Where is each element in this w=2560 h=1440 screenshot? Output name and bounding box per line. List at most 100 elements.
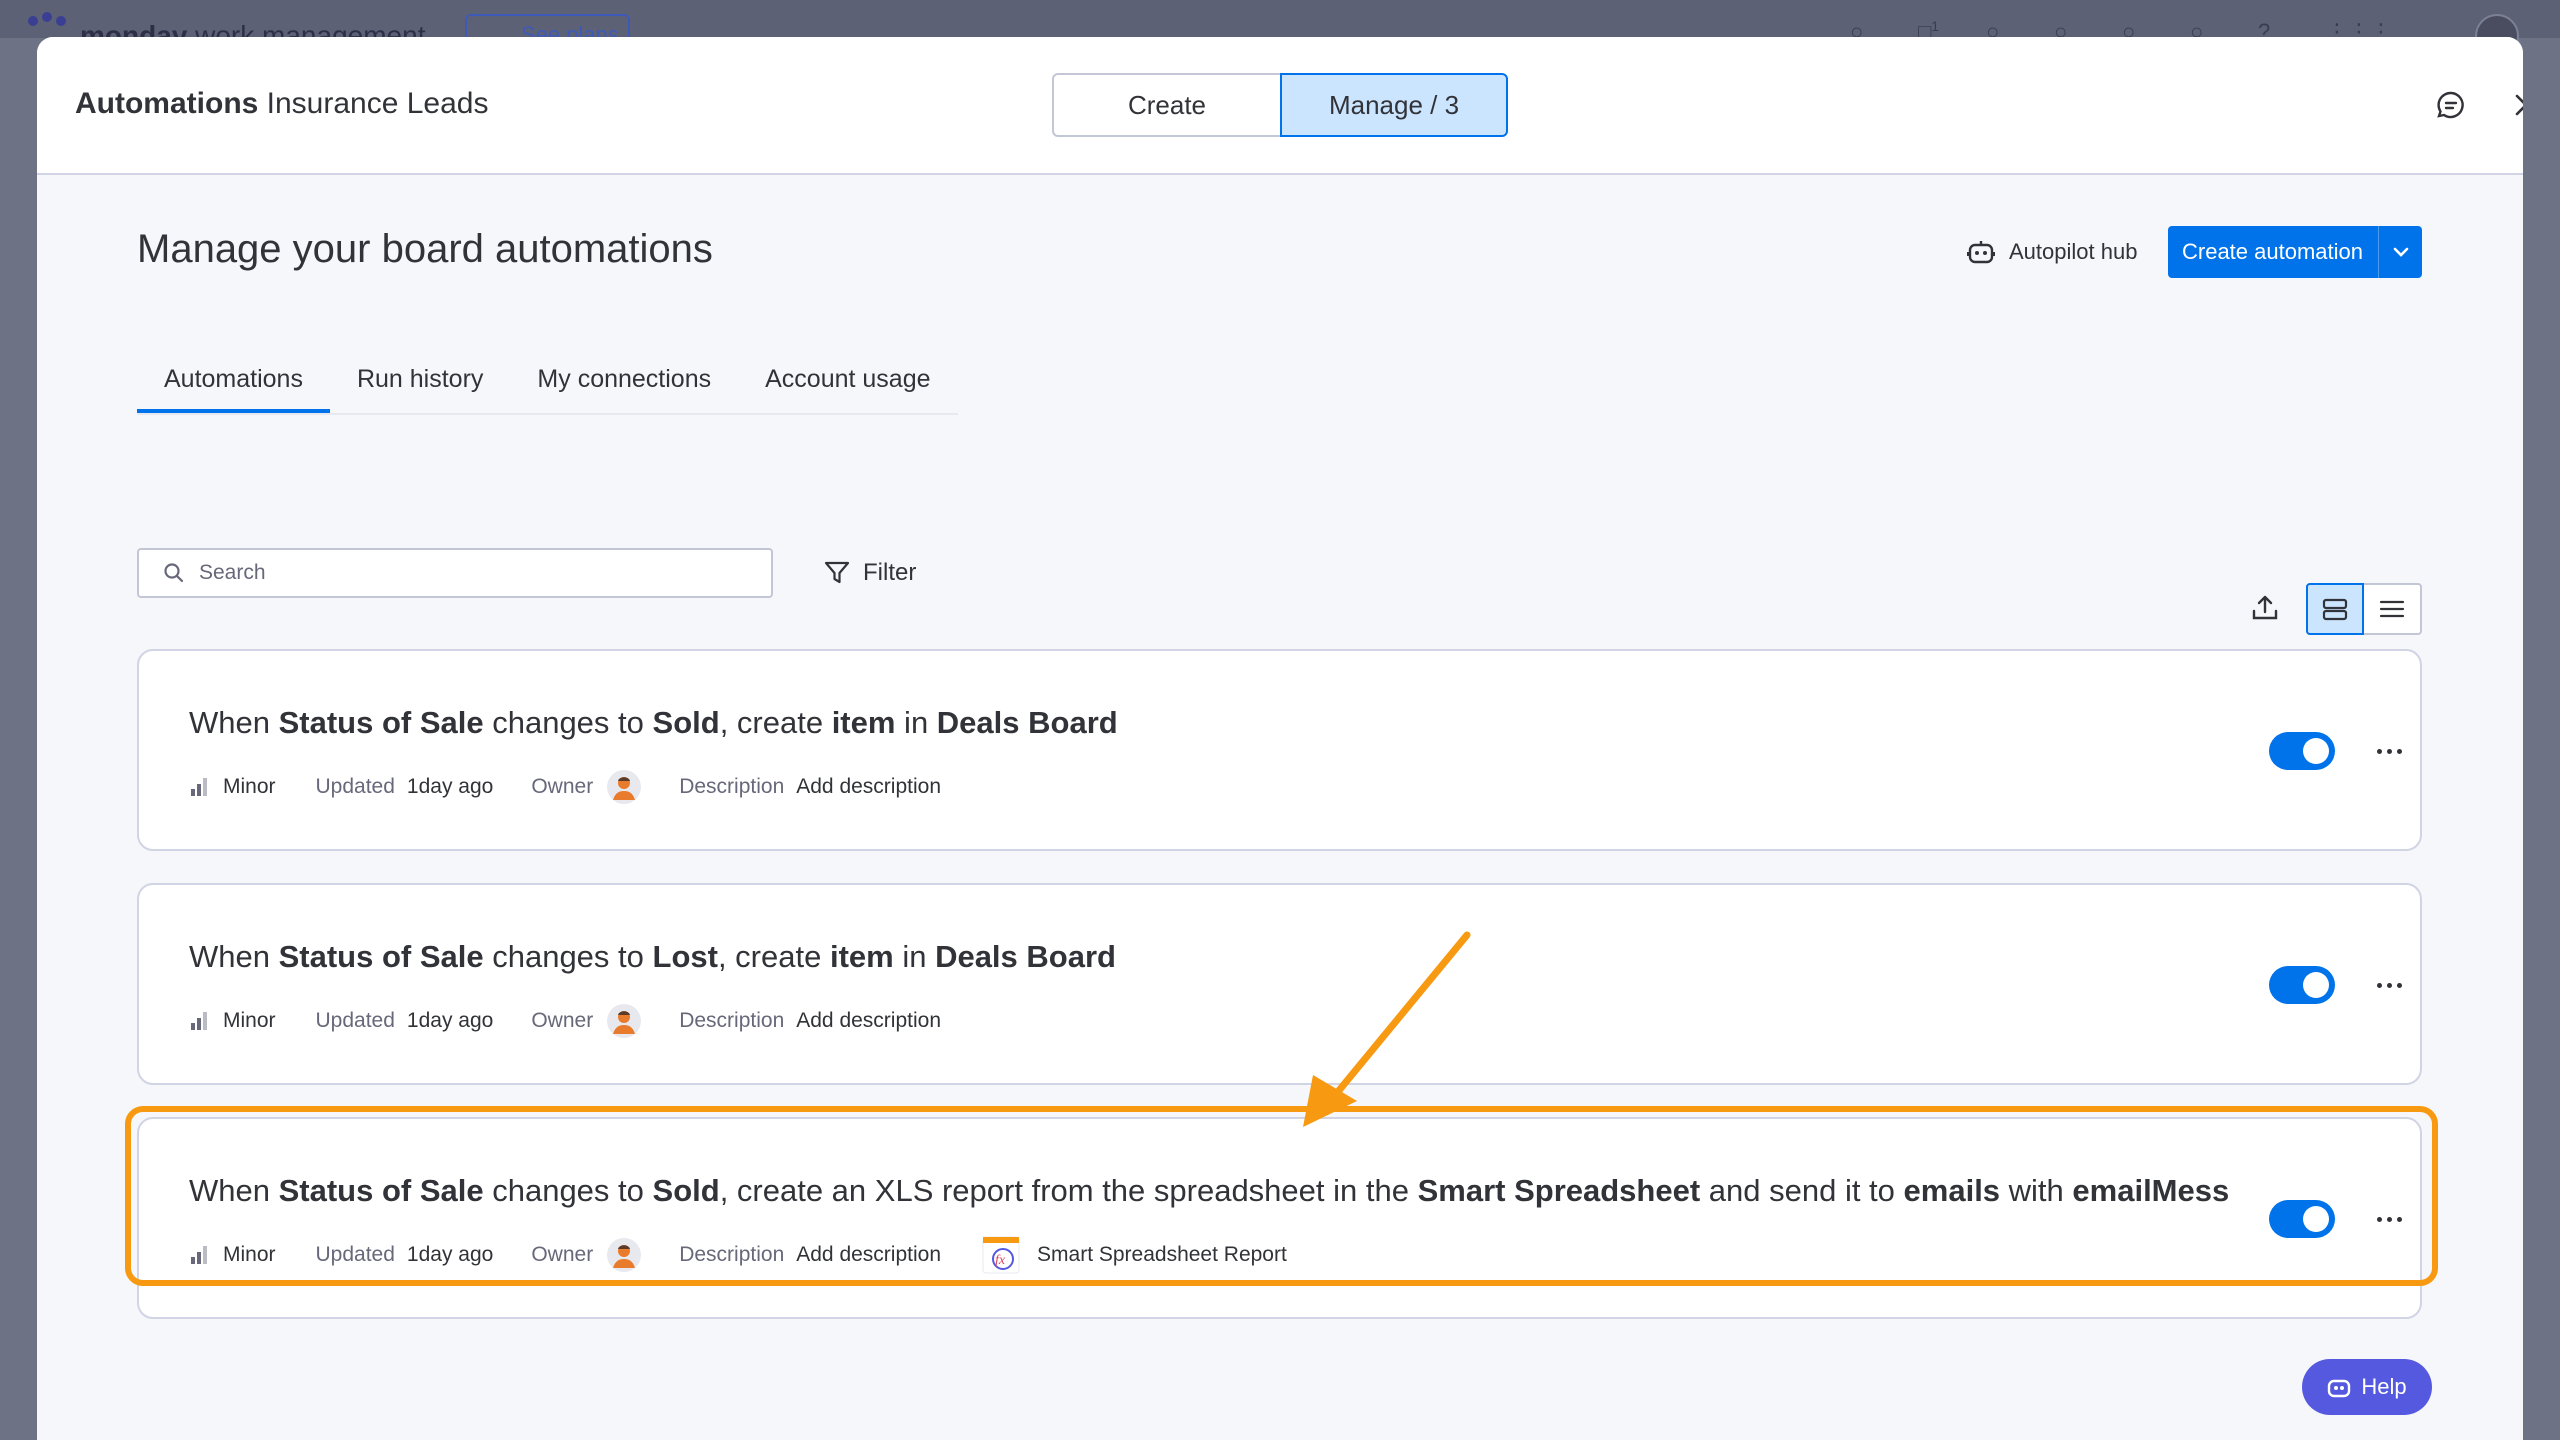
level-label: Minor <box>223 1009 276 1032</box>
modal-title: Automations Insurance Leads <box>75 87 489 120</box>
view-toggle <box>2306 583 2422 635</box>
annotation-arrow-icon <box>1303 931 1471 1127</box>
recipe-text: in <box>893 939 936 974</box>
level-label: Minor <box>223 1243 276 1266</box>
monday-logo-icon <box>28 12 68 38</box>
automation-meta: Minor Updated 1day ago Owner Description… <box>191 1003 941 1039</box>
automation-meta: Minor Updated 1day ago Owner Description… <box>191 769 941 805</box>
recipe-variable[interactable]: Lost <box>653 939 718 974</box>
filter-label: Filter <box>863 559 917 586</box>
recipe-text: in <box>895 705 937 740</box>
automation-toggle[interactable] <box>2269 1200 2335 1238</box>
automation-meta: Minor Updated 1day ago Owner Description… <box>191 1235 1287 1275</box>
recipe-text: and send it to <box>1700 1173 1904 1208</box>
automation-toggle[interactable] <box>2269 732 2335 770</box>
updated-label: Updated <box>315 1009 395 1032</box>
search-box <box>137 548 773 598</box>
recipe-text: changes to <box>483 939 653 974</box>
avatar[interactable] <box>607 770 642 804</box>
recipe-variable[interactable]: Status of Sale <box>279 705 484 740</box>
owner-label: Owner <box>531 1009 594 1032</box>
recipe-text: changes to <box>483 1173 653 1208</box>
search-icon <box>164 563 184 583</box>
help-label: Help <box>2361 1374 2407 1399</box>
automation-recipe: When Status of Sale changes to Sold, cre… <box>189 705 2229 741</box>
mode-switcher: Create Manage / 3 <box>1052 73 1508 137</box>
recipe-text: , create <box>717 939 830 974</box>
recipe-text: When <box>189 939 279 974</box>
create-automation-button[interactable]: Create automation <box>2168 226 2422 278</box>
updated-value: 1day ago <box>406 1243 494 1266</box>
background-topbar-icons: ○ □1 ○ ○ ○ ○? ⋮⋮⋮ <box>1850 18 2500 44</box>
recipe-variable[interactable]: item <box>830 939 894 974</box>
level-label: Minor <box>223 775 276 798</box>
updated-label: Updated <box>315 1243 395 1266</box>
automation-card[interactable]: When Status of Sale changes to Lost, cre… <box>137 883 2422 1085</box>
filter-icon <box>824 561 850 584</box>
list-view-icon[interactable] <box>2364 585 2420 633</box>
automation-toggle[interactable] <box>2269 966 2335 1004</box>
more-options-icon[interactable] <box>2367 1201 2411 1237</box>
minor-level-icon <box>191 1246 207 1264</box>
owner-label: Owner <box>531 1243 594 1266</box>
description-label: Description <box>679 1009 785 1032</box>
help-button[interactable]: Help <box>2302 1359 2432 1415</box>
automation-recipe: When Status of Sale changes to Lost, cre… <box>189 939 2229 975</box>
autopilot-hub-button[interactable]: Autopilot hub <box>1967 239 2137 265</box>
recipe-text: , create <box>719 705 832 740</box>
tab-my-connections[interactable]: My connections <box>510 347 738 413</box>
tab-create[interactable]: Create <box>1052 73 1282 137</box>
description-label: Description <box>679 775 785 798</box>
svg-text:fx: fx <box>995 1253 1006 1268</box>
description-label: Description <box>679 1243 785 1266</box>
recipe-text: When <box>189 705 279 740</box>
chevron-down-icon[interactable] <box>2379 246 2422 258</box>
close-icon[interactable] <box>2508 87 2523 123</box>
automation-card[interactable]: When Status of Sale changes to Sold, cre… <box>137 649 2422 851</box>
recipe-variable[interactable]: Sold <box>653 705 720 740</box>
tab-account-usage[interactable]: Account usage <box>738 347 957 413</box>
recipe-variable[interactable]: Deals Board <box>935 939 1116 974</box>
recipe-variable[interactable]: Smart Spreadsheet <box>1418 1173 1701 1208</box>
recipe-variable[interactable]: item <box>832 705 896 740</box>
recipe-variable[interactable]: Status of Sale <box>279 1173 484 1208</box>
feedback-icon[interactable] <box>2433 87 2469 123</box>
tab-automations[interactable]: Automations <box>137 347 330 413</box>
more-options-icon[interactable] <box>2367 733 2411 769</box>
recipe-variable[interactable]: Deals Board <box>937 705 1118 740</box>
background-topbar: monday work management See plans ○ □1 ○ ○ ○ ○… <box>0 0 2560 58</box>
recipe-text: , create an XLS report from the spreadsh… <box>719 1173 1418 1208</box>
card-view-icon[interactable] <box>2306 583 2365 635</box>
export-icon[interactable] <box>2245 588 2285 628</box>
add-description-link[interactable]: Add description <box>796 775 941 799</box>
recipe-text: When <box>189 1173 279 1208</box>
tab-manage[interactable]: Manage / 3 <box>1280 73 1508 137</box>
updated-value: 1day ago <box>406 775 494 798</box>
automation-recipe: When Status of Sale changes to Sold, cre… <box>189 1173 2229 1209</box>
more-options-icon[interactable] <box>2367 967 2411 1003</box>
owner-label: Owner <box>531 775 594 798</box>
page-title: Manage your board automations <box>137 227 713 271</box>
autopilot-hub-label: Autopilot hub <box>2009 239 2138 264</box>
updated-value: 1day ago <box>406 1009 494 1032</box>
recipe-variable[interactable]: emailMessa <box>2072 1173 2229 1208</box>
add-description-link[interactable]: Add description <box>796 1243 941 1267</box>
search-input[interactable] <box>199 561 759 585</box>
automation-card[interactable]: When Status of Sale changes to Sold, cre… <box>137 1117 2422 1319</box>
recipe-variable[interactable]: Sold <box>653 1173 720 1208</box>
modal-header: Automations Insurance Leads Create Manag… <box>37 37 2523 175</box>
recipe-variable[interactable]: Status of Sale <box>279 939 484 974</box>
filter-button[interactable]: Filter <box>823 553 916 593</box>
recipe-variable[interactable]: emails <box>1904 1173 2001 1208</box>
recipe-text: with <box>2000 1173 2073 1208</box>
tab-run-history[interactable]: Run history <box>330 347 510 413</box>
app-name-label: Smart Spreadsheet Report <box>1037 1243 1287 1266</box>
avatar[interactable] <box>607 1238 642 1272</box>
avatar[interactable] <box>607 1004 642 1038</box>
minor-level-icon <box>191 778 207 796</box>
automations-tabs: Automations Run history My connections A… <box>137 347 958 415</box>
add-description-link[interactable]: Add description <box>796 1009 941 1033</box>
updated-label: Updated <box>315 775 395 798</box>
spreadsheet-app-icon: fx <box>981 1235 1021 1275</box>
automations-modal: Automations Insurance Leads Create Manag… <box>37 37 2523 1440</box>
